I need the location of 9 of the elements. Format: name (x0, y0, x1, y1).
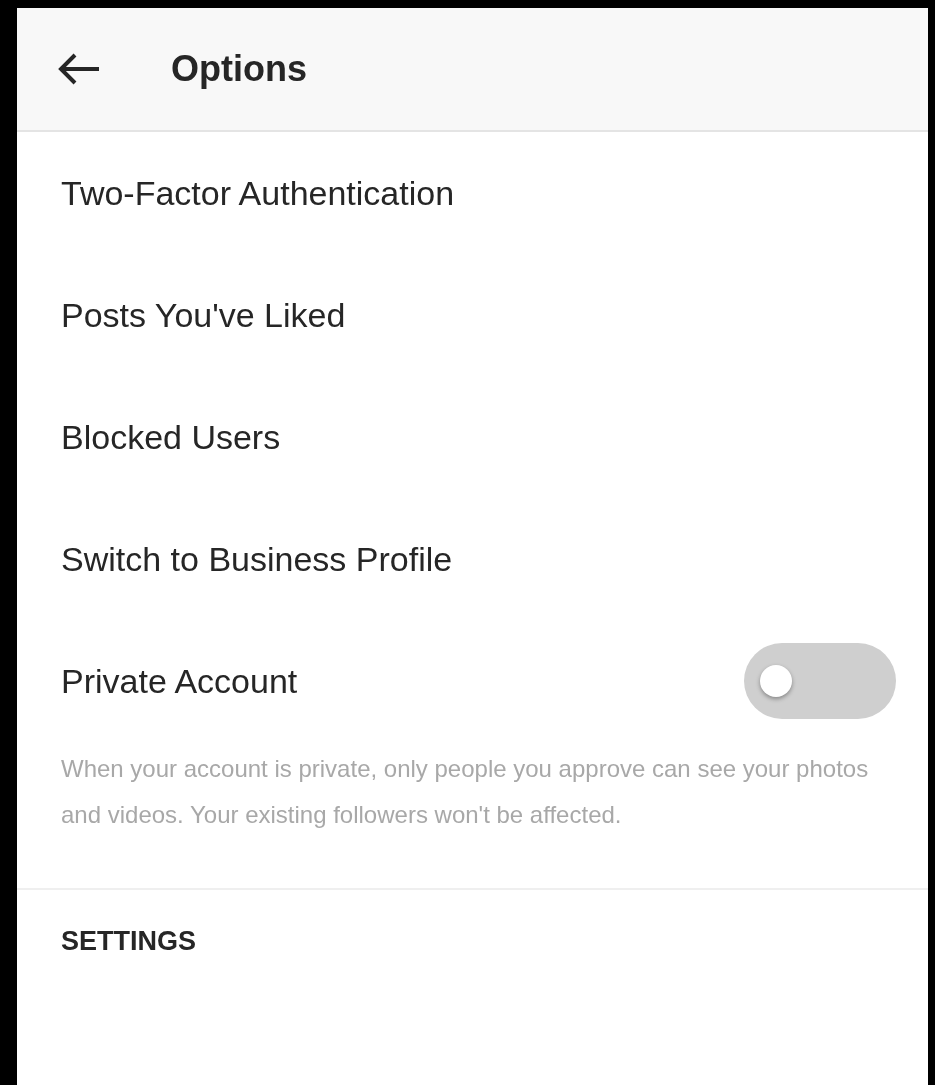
menu-item[interactable]: Blocked Users (17, 376, 928, 498)
setting-description: When your account is private, only people you approve can see your photos and videos. Your existing followers won't be affected. (60, 754, 870, 830)
setting-label: Private Account (61, 661, 298, 701)
menu-item[interactable]: Switch to Business Profile (17, 498, 928, 620)
page-title: Options (171, 48, 307, 90)
menu-item[interactable]: Two-Factor Authentication (17, 132, 928, 254)
back-icon[interactable] (57, 52, 101, 86)
menu-item[interactable]: Posts You've Liked (17, 254, 928, 376)
section-heading: SETTINGS (61, 926, 196, 956)
